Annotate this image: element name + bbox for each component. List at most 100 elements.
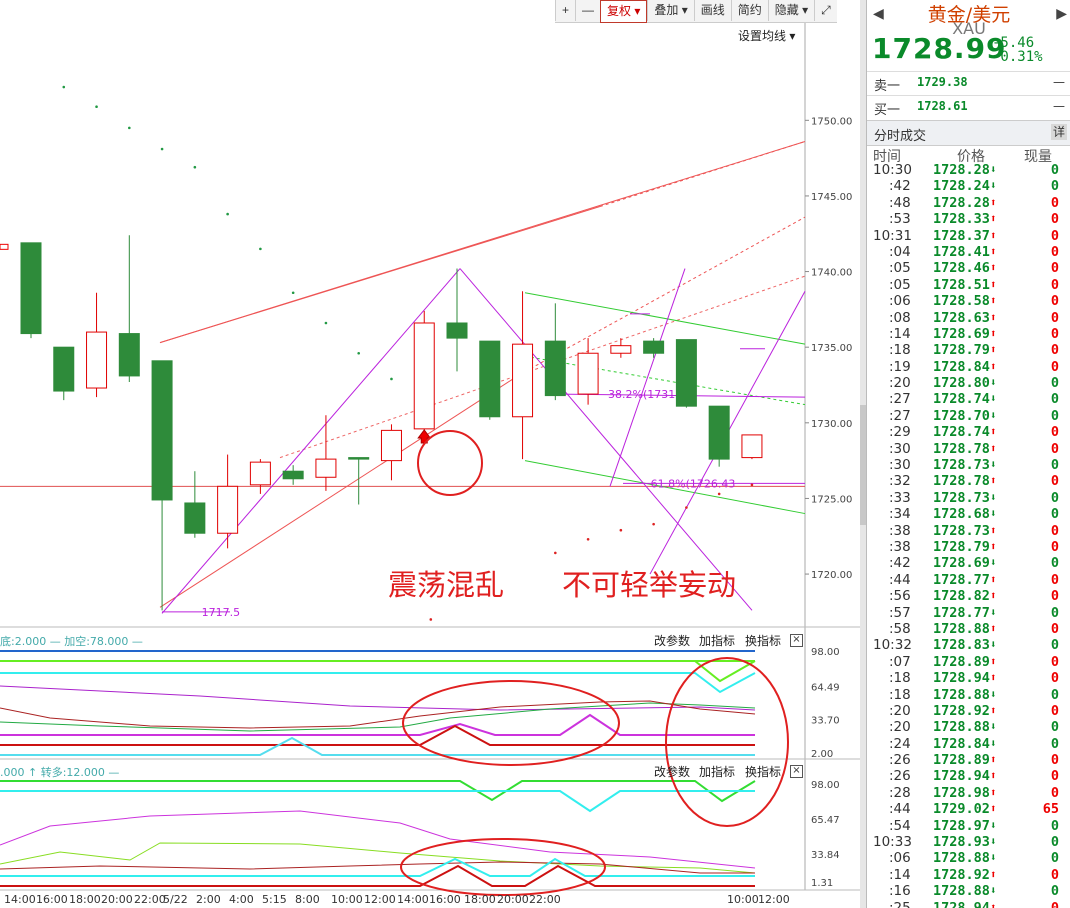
tick-volume: 0 [1050, 440, 1059, 457]
tick-row[interactable]: 10:30 1728.28 ⬇ 0 [867, 162, 1070, 178]
tick-row[interactable]: :20 1728.88 ⬇ 0 [867, 719, 1070, 735]
tick-row[interactable]: :25 1728.94 ⬆ 0 [867, 900, 1070, 908]
arrow-up-icon: ⬆ [990, 753, 997, 767]
sar-dot [226, 212, 229, 216]
tick-row[interactable]: 10:31 1728.37 ⬆ 0 [867, 228, 1070, 244]
tick-volume: 0 [1050, 883, 1059, 900]
tick-row[interactable]: :18 1728.79 ⬆ 0 [867, 342, 1070, 358]
tick-time: :58 [889, 620, 911, 637]
indicator1-add-indicator-button[interactable]: 加指标 [699, 632, 735, 649]
y-tick-label: 1740.00 [811, 268, 852, 279]
tick-row[interactable]: :32 1728.78 ⬆ 0 [867, 473, 1070, 489]
tick-row[interactable]: 10:32 1728.83 ⬇ 0 [867, 637, 1070, 653]
annotation-circle [417, 430, 483, 496]
zoom-out-button[interactable]: — [575, 0, 600, 21]
tick-row[interactable]: :57 1728.77 ⬇ 0 [867, 605, 1070, 621]
tick-row[interactable]: :20 1728.92 ⬆ 0 [867, 703, 1070, 719]
indicator1-change-params-button[interactable]: 改参数 [654, 632, 690, 649]
tick-row[interactable]: :33 1728.73 ⬇ 0 [867, 490, 1070, 506]
tick-row[interactable]: :42 1728.24 ⬇ 0 [867, 178, 1070, 194]
tick-row[interactable]: :30 1728.73 ⬇ 0 [867, 457, 1070, 473]
tick-row[interactable]: :34 1728.68 ⬇ 0 [867, 506, 1070, 522]
tick-row[interactable]: :38 1728.73 ⬆ 0 [867, 523, 1070, 539]
tick-row[interactable]: :14 1728.69 ⬆ 0 [867, 326, 1070, 342]
tick-row[interactable]: :05 1728.46 ⬆ 0 [867, 260, 1070, 276]
draw-line-button[interactable]: 画线 [693, 0, 731, 21]
sar-dot [390, 377, 393, 381]
tick-price: 1728.46 [933, 260, 990, 277]
tick-time: 10:30 [873, 162, 912, 178]
arrow-up-icon: ⬆ [990, 195, 997, 209]
indicator1-switch-indicator-button[interactable]: 换指标 [745, 632, 781, 649]
tick-row[interactable]: :54 1728.97 ⬇ 0 [867, 818, 1070, 834]
tick-row[interactable]: :08 1728.63 ⬆ 0 [867, 310, 1070, 326]
indicator2-close-icon[interactable]: × [790, 765, 803, 778]
tick-row[interactable]: :30 1728.78 ⬆ 0 [867, 441, 1070, 457]
fuquan-button[interactable]: 复权 ▾ [600, 0, 648, 23]
arrow-up-icon: ⬆ [990, 359, 997, 373]
arrow-up-icon: ⬆ [990, 572, 997, 586]
tick-row[interactable]: :04 1728.41 ⬆ 0 [867, 244, 1070, 260]
arrow-up-icon: ⬆ [990, 589, 997, 603]
x-tick-label: 14:00 [397, 893, 429, 906]
tick-volume: 0 [1050, 358, 1059, 375]
simple-button[interactable]: 简约 [730, 0, 768, 21]
sar-dot [429, 618, 433, 621]
tick-price: 1728.33 [933, 211, 990, 228]
candle-body [348, 457, 370, 460]
tick-price: 1728.28 [933, 194, 990, 211]
bid-volume: — [1053, 99, 1065, 113]
arrow-down-icon: ⬇ [990, 179, 997, 193]
tick-row[interactable]: :27 1728.74 ⬇ 0 [867, 391, 1070, 407]
tick-row[interactable]: :24 1728.84 ⬇ 0 [867, 736, 1070, 752]
tick-price: 1728.89 [933, 653, 990, 670]
indicator2-switch-indicator-button[interactable]: 换指标 [745, 763, 781, 780]
indicator1-close-icon[interactable]: × [790, 634, 803, 647]
tick-row[interactable]: :26 1728.89 ⬆ 0 [867, 752, 1070, 768]
tick-row[interactable]: :27 1728.70 ⬇ 0 [867, 408, 1070, 424]
tick-row[interactable]: :28 1728.98 ⬆ 0 [867, 785, 1070, 801]
chart-area[interactable]: 1750.00 1745.00 1740.00 1735.00 1730.00 1725.… [0, 0, 860, 908]
tick-row[interactable]: :53 1728.33 ⬆ 0 [867, 211, 1070, 227]
arrow-down-icon: ⬇ [990, 490, 997, 504]
bid-row: 买一 1728.61 — [867, 95, 1070, 118]
tick-row[interactable]: :16 1728.88 ⬇ 0 [867, 883, 1070, 899]
hide-button[interactable]: 隐藏 ▾ [767, 0, 814, 21]
tick-row[interactable]: :06 1728.58 ⬆ 0 [867, 293, 1070, 309]
indicator2-add-indicator-button[interactable]: 加指标 [699, 763, 735, 780]
indicator2-change-params-button[interactable]: 改参数 [654, 763, 690, 780]
arrow-down-icon: ⬇ [990, 556, 997, 570]
tick-row[interactable]: :58 1728.88 ⬆ 0 [867, 621, 1070, 637]
fullscreen-icon[interactable]: ⤢ [814, 0, 837, 21]
tick-row[interactable]: :07 1728.89 ⬆ 0 [867, 654, 1070, 670]
tick-row[interactable]: :26 1728.94 ⬆ 0 [867, 768, 1070, 784]
tick-row[interactable]: :48 1728.28 ⬆ 0 [867, 195, 1070, 211]
tick-row[interactable]: 10:33 1728.93 ⬇ 0 [867, 834, 1070, 850]
ticks-detail-button[interactable]: 详 [1051, 124, 1067, 140]
tick-row[interactable]: :14 1728.92 ⬆ 0 [867, 867, 1070, 883]
ma-setting-dropdown[interactable]: 设置均线 ▾ [738, 27, 795, 44]
arrow-up-icon: ⬆ [990, 228, 997, 242]
tick-price: 1728.82 [933, 588, 990, 605]
tick-row[interactable]: :19 1728.84 ⬆ 0 [867, 359, 1070, 375]
tick-row[interactable]: :29 1728.74 ⬆ 0 [867, 424, 1070, 440]
x-tick-label: 10:00 [727, 893, 759, 906]
tick-row[interactable]: :44 1729.02 ⬆ 65 [867, 801, 1070, 817]
tick-row[interactable]: :38 1728.79 ⬆ 0 [867, 539, 1070, 555]
overlay-button[interactable]: 叠加 ▾ [647, 0, 693, 21]
tick-time: :44 [889, 801, 911, 818]
tick-row[interactable]: :56 1728.82 ⬆ 0 [867, 588, 1070, 604]
tick-row[interactable]: :44 1728.77 ⬆ 0 [867, 572, 1070, 588]
tick-row[interactable]: :42 1728.69 ⬇ 0 [867, 555, 1070, 571]
tick-row[interactable]: :18 1728.88 ⬇ 0 [867, 687, 1070, 703]
tick-volume: 0 [1050, 260, 1059, 277]
tick-time: :18 [889, 342, 911, 359]
zoom-in-button[interactable]: + [555, 0, 575, 21]
tick-row[interactable]: :18 1728.94 ⬆ 0 [867, 670, 1070, 686]
tick-row[interactable]: :06 1728.88 ⬇ 0 [867, 850, 1070, 866]
tick-row[interactable]: :20 1728.80 ⬇ 0 [867, 375, 1070, 391]
ticks-list[interactable]: 10:30 1728.28 ⬇ 0:42 1728.24 ⬇ 0:48 1728.28 ⬆ 0:5… [867, 162, 1070, 908]
candle-body [184, 502, 206, 534]
x-tick-label: 10:00 [331, 893, 363, 906]
tick-row[interactable]: :05 1728.51 ⬆ 0 [867, 277, 1070, 293]
